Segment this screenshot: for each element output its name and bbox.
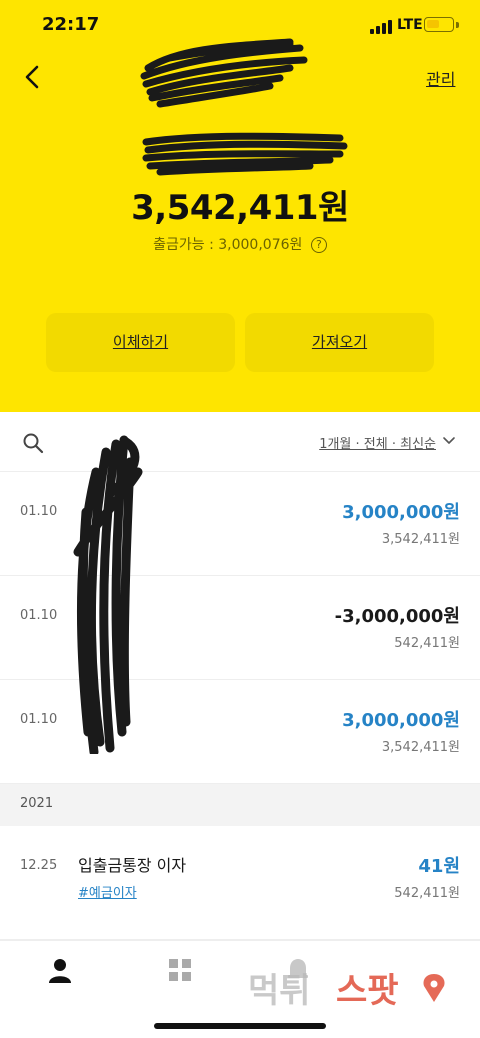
transaction-balance: 542,411원 [394, 886, 460, 901]
transaction-date: 12.25 [20, 858, 58, 873]
transaction-balance: 542,411원 [394, 636, 460, 651]
transaction-row[interactable]: 12.25 입출금통장 이자 #예금이자 41원 542,411원 [0, 826, 480, 940]
year-label: 2021 [20, 796, 54, 811]
svg-text:스팟: 스팟 [336, 971, 399, 1011]
signal-icon [370, 20, 392, 34]
transfer-button[interactable]: 이체하기 [46, 313, 235, 372]
transaction-date: 01.10 [20, 712, 58, 727]
network-label: LTE [397, 17, 423, 33]
home-indicator [154, 1023, 326, 1029]
year-divider: 2021 [0, 784, 480, 826]
fetch-button[interactable]: 가져오기 [245, 313, 434, 372]
fetch-button-label: 가져오기 [311, 333, 368, 351]
back-arrow-icon[interactable] [20, 62, 48, 92]
watermark-logo: 먹튀 스팟 [248, 971, 445, 1011]
account-detail-screen: 22:17 LTE 관리 3,542,411원 출금가능 : 3,000,076… [0, 0, 480, 1038]
person-icon[interactable] [48, 958, 72, 984]
transaction-description: 입출금통장 이자 [78, 856, 187, 875]
transaction-balance: 3,542,411원 [381, 740, 460, 755]
redaction-scribble [142, 132, 348, 176]
transaction-amount: 3,000,000원 [342, 710, 460, 731]
transaction-date: 01.10 [20, 608, 58, 623]
filter-dropdown[interactable]: 1개월 · 전체 · 최신순 [319, 433, 436, 452]
battery-icon [424, 17, 454, 32]
battery-tip [456, 22, 459, 28]
account-balance: 3,542,411원 [131, 188, 349, 228]
svg-text:먹튀: 먹튀 [248, 971, 311, 1011]
question-icon[interactable]: ? [310, 237, 327, 253]
transaction-amount: -3,000,000원 [334, 606, 460, 627]
transfer-button-label: 이체하기 [112, 333, 169, 351]
manage-link[interactable]: 관리 [426, 66, 455, 90]
withdrawable-label: 출금가능 : 3,000,076원 [153, 237, 303, 253]
transaction-tag[interactable]: #예금이자 [78, 882, 137, 901]
transaction-date: 01.10 [20, 504, 58, 519]
chevron-down-icon[interactable] [442, 436, 456, 446]
account-header: 22:17 LTE 관리 3,542,411원 출금가능 : 3,000,076… [0, 0, 480, 412]
search-icon[interactable] [22, 432, 44, 454]
transaction-balance: 3,542,411원 [381, 532, 460, 547]
transaction-amount: 41원 [418, 856, 460, 877]
transaction-amount: 3,000,000원 [342, 502, 460, 523]
grid-icon[interactable] [168, 958, 192, 982]
status-time: 22:17 [42, 14, 100, 35]
redaction-scribble [73, 435, 143, 754]
redaction-scribble [140, 38, 308, 108]
withdrawable-amount: 출금가능 : 3,000,076원 ? [0, 234, 480, 254]
